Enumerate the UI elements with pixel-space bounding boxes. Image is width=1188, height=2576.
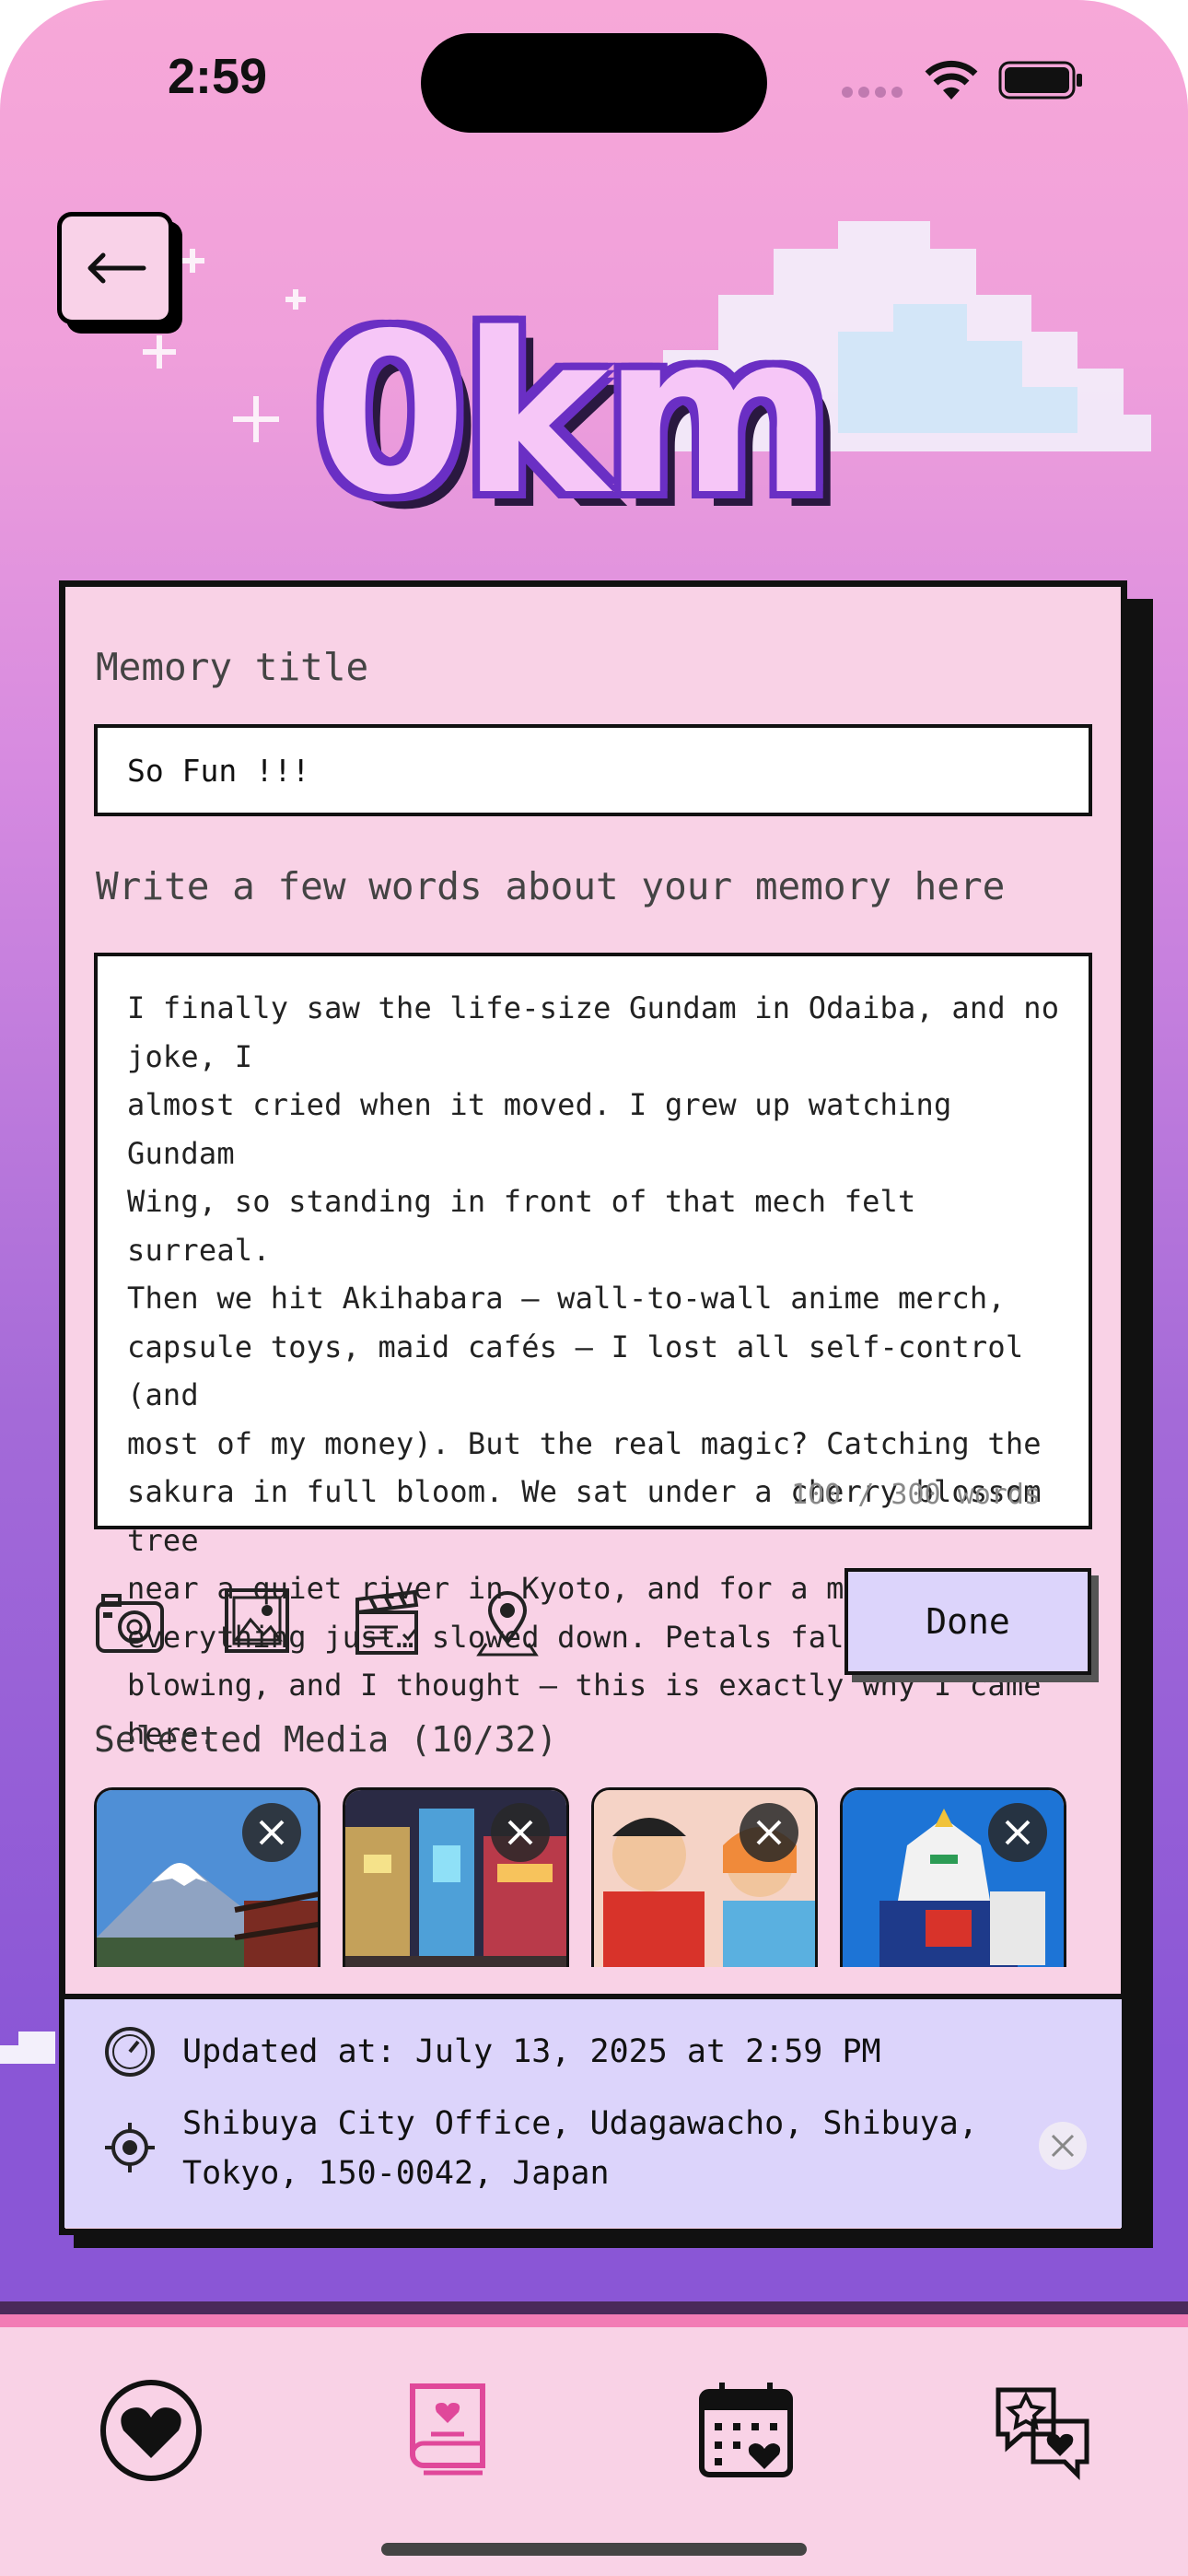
memory-description-textarea[interactable]: I finally saw the life-size Gundam in Od…: [94, 953, 1092, 1751]
journal-tab-icon[interactable]: [394, 2377, 501, 2484]
camera-icon[interactable]: [94, 1587, 166, 1658]
app-logo: 0km: [313, 286, 833, 544]
home-indicator: [381, 2543, 807, 2556]
cellular-icon: [840, 85, 904, 103]
image-icon[interactable]: [223, 1587, 295, 1658]
media-item-city-night[interactable]: [343, 1787, 569, 1967]
word-count: 100 / 300 words: [791, 1479, 1041, 1511]
remove-media-button[interactable]: [988, 1803, 1047, 1862]
tab-bar-rim: [0, 2314, 1188, 2327]
clear-location-button[interactable]: [1039, 2122, 1087, 2170]
clapperboard-icon[interactable]: [352, 1587, 424, 1658]
arrow-left-icon: [87, 252, 146, 284]
media-item-anime-poster[interactable]: [591, 1787, 818, 1967]
location-target-icon: [103, 2121, 157, 2178]
done-button[interactable]: Done: [844, 1568, 1091, 1675]
remove-media-button[interactable]: [491, 1803, 550, 1862]
phone-screen: 2:59 0km Memory title So Fun !!! Write a…: [0, 0, 1188, 2576]
updated-at-text: Updated at: July 13, 2025 at 2:59 PM: [182, 2033, 881, 2070]
close-icon: [1051, 2134, 1075, 2158]
location-text: Shibuya City Office, Udagawacho, Shibuya…: [182, 2105, 978, 2192]
chat-tab-icon[interactable]: [989, 2377, 1096, 2484]
close-icon: [1005, 1820, 1031, 1845]
calendar-tab-icon[interactable]: [693, 2377, 799, 2484]
media-strip[interactable]: [94, 1787, 1092, 1967]
selected-media-label: Selected Media (10/32): [94, 1719, 558, 1760]
media-item-mount-fuji[interactable]: [94, 1787, 320, 1967]
location-pin-icon[interactable]: [472, 1587, 543, 1658]
memory-title-value: So Fun !!!: [127, 752, 310, 789]
memory-title-label: Memory title: [96, 645, 369, 689]
left-cloud-decoration: [0, 2018, 64, 2077]
battery-icon: [998, 61, 1085, 103]
clock-icon: [103, 2025, 157, 2082]
remove-media-button[interactable]: [242, 1803, 301, 1862]
close-icon: [507, 1820, 533, 1845]
memory-title-input[interactable]: So Fun !!!: [94, 724, 1092, 816]
dynamic-island: [421, 33, 767, 133]
remove-media-button[interactable]: [740, 1803, 798, 1862]
close-icon: [756, 1820, 782, 1845]
back-button[interactable]: [57, 212, 173, 324]
wifi-icon: [923, 59, 980, 105]
status-time: 2:59: [168, 49, 268, 104]
heart-tab-icon[interactable]: [98, 2377, 204, 2484]
media-item-gundam[interactable]: [840, 1787, 1066, 1967]
memory-description-label: Write a few words about your memory here: [96, 864, 1006, 908]
close-icon: [259, 1820, 285, 1845]
